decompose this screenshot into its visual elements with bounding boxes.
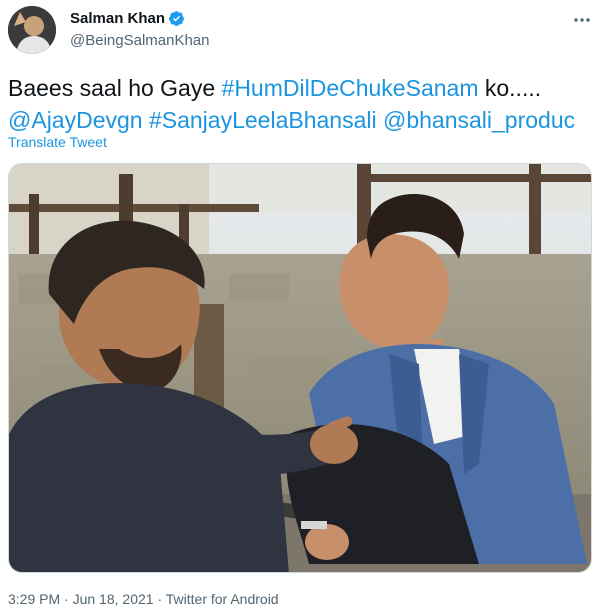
mention-link[interactable]: @bhansali_produc (383, 107, 575, 133)
tweet-photo[interactable] (8, 163, 592, 573)
avatar[interactable] (8, 6, 56, 54)
hashtag-link[interactable]: #SanjayLeelaBhansali (149, 107, 377, 133)
tweet-text-plain: Baees saal ho Gaye (8, 75, 222, 101)
meta-separator: · (157, 591, 163, 607)
tweet-meta: 3:29 PM · Jun 18, 2021 · Twitter for And… (8, 591, 279, 607)
mention-link[interactable]: @AjayDevgn (8, 107, 143, 133)
tweet-text-plain: ko..... (478, 75, 542, 101)
author-display-name[interactable]: Salman Khan (70, 10, 165, 27)
tweet-time[interactable]: 3:29 PM (8, 591, 60, 607)
translate-tweet-link[interactable]: Translate Tweet (8, 134, 107, 150)
author-handle[interactable]: @BeingSalmanKhan (70, 32, 209, 49)
tweet-date[interactable]: Jun 18, 2021 (73, 591, 154, 607)
tweet-text: Baees saal ho Gaye #HumDilDeChukeSanam k… (8, 72, 593, 136)
author-name-row[interactable]: Salman Khan (70, 10, 185, 27)
verified-badge-icon (168, 10, 185, 27)
hashtag-link[interactable]: #HumDilDeChukeSanam (222, 75, 479, 101)
tweet-source[interactable]: Twitter for Android (166, 591, 279, 607)
tweet-card: Salman Khan @BeingSalmanKhan Baees saal … (0, 0, 600, 611)
more-horizontal-icon[interactable] (572, 10, 592, 30)
meta-separator: · (64, 591, 69, 607)
